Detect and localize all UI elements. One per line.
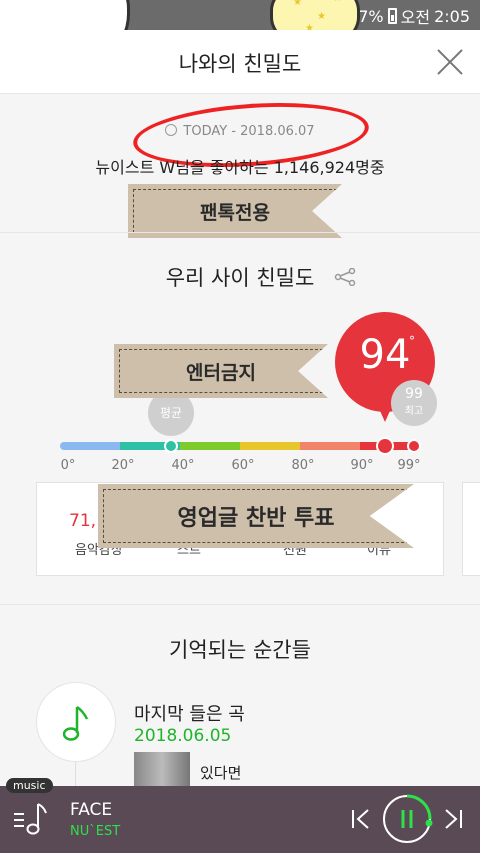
time-period: 오전 <box>400 8 431 27</box>
section-divider <box>0 604 480 605</box>
moment-date: 2018.06.05 <box>134 726 232 746</box>
next-icon[interactable] <box>442 808 464 830</box>
header: 나와의 친밀도 <box>0 30 480 94</box>
album-thumbnail[interactable] <box>134 752 190 786</box>
previous-icon[interactable] <box>350 808 372 830</box>
intimacy-score: 94 <box>359 332 411 378</box>
song-title[interactable]: 있다면 <box>200 762 241 783</box>
next-stats-card[interactable] <box>462 482 480 576</box>
tick-label: 20° <box>111 458 135 473</box>
tick-label: 40° <box>171 458 195 473</box>
average-label: 평균 <box>159 406 183 420</box>
music-badge: music <box>6 778 53 793</box>
max-label: 최고 <box>404 406 424 417</box>
intimacy-title: 우리 사이 친밀도 <box>165 266 315 290</box>
intimacy-scale-bar <box>60 442 420 450</box>
fantalk-tag-label: 팬톡전용 <box>200 201 270 224</box>
max-value: 99 <box>405 386 423 402</box>
scale-ticks: 0° 20° 40° 60° 80° 90° 99° <box>0 458 480 478</box>
tick-label: 0° <box>60 458 76 473</box>
playlist-icon[interactable] <box>10 800 50 836</box>
moments-title: 기억되는 순간들 <box>169 638 311 662</box>
tick-label: 99° <box>397 458 421 473</box>
my-score-marker <box>376 437 394 455</box>
max-bubble: 99 최고 <box>391 380 437 426</box>
battery-icon <box>387 8 397 24</box>
no-entertain-label: 엔터금지 <box>186 361 256 384</box>
clock-time: 2:05 <box>434 6 470 26</box>
vote-tag-label: 영업글 찬반 투표 <box>177 506 335 531</box>
share-icon[interactable] <box>334 268 356 286</box>
vote-tag: 영업글 찬반 투표 <box>98 484 414 548</box>
close-icon[interactable] <box>436 48 464 76</box>
no-entertainment-tag: 엔터금지 <box>114 344 328 398</box>
player-artist[interactable]: NU`EST <box>70 824 120 839</box>
max-marker <box>407 439 421 453</box>
fans-count-text: 뉴이스트 W님을 좋아하는 1,146,924명중 <box>95 158 385 177</box>
pause-icon[interactable] <box>381 793 433 845</box>
music-note-icon <box>36 682 116 762</box>
stat-value: 71, <box>69 511 97 531</box>
section-divider <box>0 232 480 233</box>
tick-label: 90° <box>350 458 374 473</box>
moment-title: 마지막 들은 곡 <box>134 704 245 725</box>
page-title: 나와의 친밀도 <box>178 52 302 76</box>
player-song-title[interactable]: FACE <box>70 800 112 820</box>
fantalk-only-tag: 팬톡전용 <box>128 184 342 238</box>
tick-label: 80° <box>291 458 315 473</box>
average-marker <box>164 439 178 453</box>
degree-symbol: ° <box>409 334 415 348</box>
tick-label: 60° <box>231 458 255 473</box>
status-right: 47% 오전 2:05 <box>348 4 470 28</box>
